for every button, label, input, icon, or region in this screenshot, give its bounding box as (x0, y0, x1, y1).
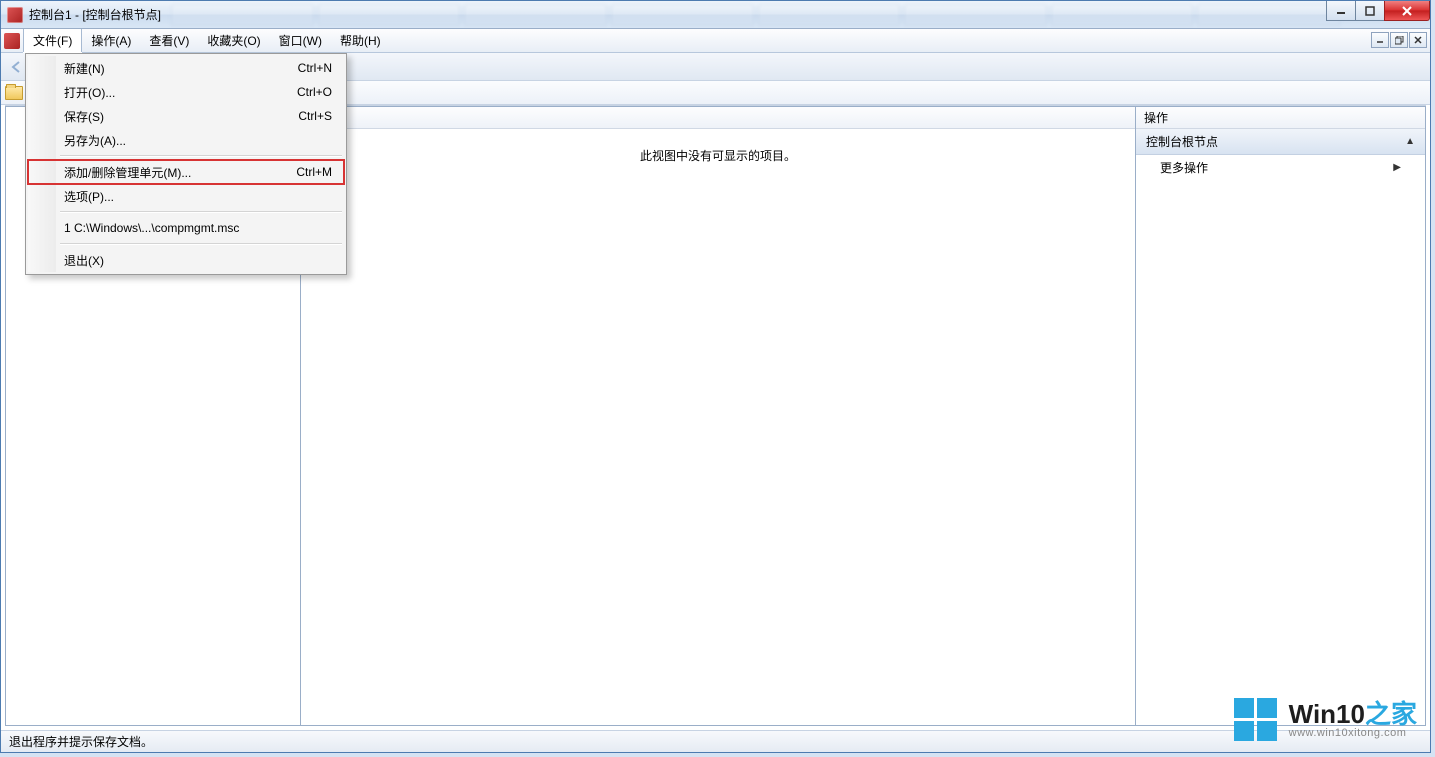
background-tabs (171, 4, 1340, 26)
status-text: 退出程序并提示保存文档。 (9, 733, 153, 750)
actions-pane-title: 操作 (1136, 107, 1425, 129)
empty-message: 此视图中没有可显示的项目。 (640, 147, 796, 164)
main-panel: 名称 此视图中没有可显示的项目。 (301, 106, 1136, 726)
menu-shortcut: Ctrl+M (296, 165, 332, 179)
menu-separator (60, 243, 342, 245)
folder-icon (5, 86, 23, 100)
menu-item-label: 新建(N) (64, 60, 105, 77)
menu-item-addremove-snapin[interactable]: 添加/删除管理单元(M)... Ctrl+M (28, 160, 344, 184)
menu-item-open[interactable]: 打开(O)... Ctrl+O (28, 80, 344, 104)
menu-favorites[interactable]: 收藏夹(O) (198, 29, 269, 52)
close-button[interactable] (1384, 1, 1430, 21)
menu-item-save[interactable]: 保存(S) Ctrl+S (28, 104, 344, 128)
mdi-restore-button[interactable] (1390, 32, 1408, 48)
menu-item-recent-1[interactable]: 1 C:\Windows\...\compmgmt.msc (28, 216, 344, 240)
app-icon (7, 7, 23, 23)
menu-help[interactable]: 帮助(H) (331, 29, 390, 52)
mdi-close-button[interactable] (1409, 32, 1427, 48)
menu-item-label: 选项(P)... (64, 188, 114, 205)
menu-item-saveas[interactable]: 另存为(A)... (28, 128, 344, 152)
mmc-window: 控制台1 - [控制台根节点] 文件(F) 操作(A) 查看(V) 收藏夹(O)… (0, 0, 1431, 753)
menu-separator (60, 211, 342, 213)
menu-item-new[interactable]: 新建(N) Ctrl+N (28, 56, 344, 80)
restore-icon (1395, 36, 1404, 45)
menu-item-label: 退出(X) (64, 252, 104, 269)
mdi-minimize-button[interactable] (1371, 32, 1389, 48)
menu-shortcut: Ctrl+N (298, 61, 332, 75)
menu-file[interactable]: 文件(F) (23, 29, 82, 52)
maximize-icon (1365, 6, 1375, 16)
actions-group-header[interactable]: 控制台根节点 ▲ (1136, 129, 1425, 155)
column-header-name[interactable]: 名称 (301, 107, 1135, 129)
menu-window[interactable]: 窗口(W) (270, 29, 331, 52)
statusbar: 退出程序并提示保存文档。 (1, 730, 1430, 752)
actions-group-label: 控制台根节点 (1146, 133, 1218, 150)
maximize-button[interactable] (1355, 1, 1385, 21)
minimize-icon (1376, 36, 1384, 44)
actions-item-more[interactable]: 更多操作 ▶ (1136, 155, 1425, 180)
menu-view[interactable]: 查看(V) (140, 29, 198, 52)
menubar: 文件(F) 操作(A) 查看(V) 收藏夹(O) 窗口(W) 帮助(H) (1, 29, 1430, 53)
window-title: 控制台1 - [控制台根节点] (29, 6, 161, 23)
actions-item-label: 更多操作 (1160, 159, 1208, 176)
menu-shortcut: Ctrl+S (298, 109, 332, 123)
doc-icon[interactable] (1, 29, 23, 52)
menu-item-label: 保存(S) (64, 108, 104, 125)
menu-separator (60, 155, 342, 157)
close-icon (1401, 6, 1413, 16)
chevron-right-icon: ▶ (1393, 162, 1401, 173)
menu-action[interactable]: 操作(A) (82, 29, 140, 52)
minimize-button[interactable] (1326, 1, 1356, 21)
menu-shortcut: Ctrl+O (297, 85, 332, 99)
chevron-up-icon: ▲ (1405, 136, 1415, 147)
menu-item-label: 打开(O)... (64, 84, 115, 101)
arrow-left-icon (9, 59, 25, 75)
file-menu-dropdown: 新建(N) Ctrl+N 打开(O)... Ctrl+O 保存(S) Ctrl+… (25, 53, 347, 275)
main-body: 此视图中没有可显示的项目。 (301, 129, 1135, 725)
minimize-icon (1336, 6, 1346, 16)
menu-item-options[interactable]: 选项(P)... (28, 184, 344, 208)
menu-item-exit[interactable]: 退出(X) (28, 248, 344, 272)
close-icon (1414, 36, 1422, 44)
actions-panel: 操作 控制台根节点 ▲ 更多操作 ▶ (1136, 106, 1426, 726)
menu-item-label: 另存为(A)... (64, 132, 126, 149)
menu-item-label: 1 C:\Windows\...\compmgmt.msc (64, 221, 239, 235)
menu-item-label: 添加/删除管理单元(M)... (64, 164, 191, 181)
titlebar: 控制台1 - [控制台根节点] (1, 1, 1430, 29)
